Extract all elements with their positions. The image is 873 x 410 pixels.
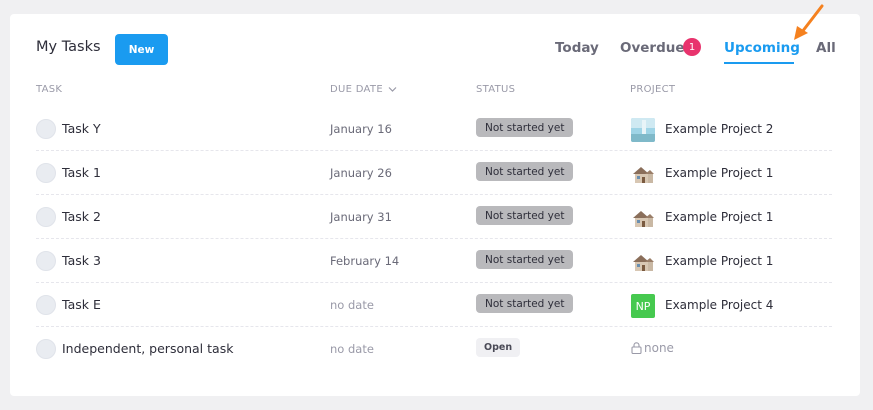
project-none-label: none xyxy=(644,341,674,355)
task-complete-checkbox[interactable] xyxy=(36,339,56,359)
status-badge[interactable]: Not started yet xyxy=(476,162,574,181)
table-row[interactable]: Independent, personal task no date Open … xyxy=(36,327,832,371)
due-date: no date xyxy=(330,298,374,312)
project-name[interactable]: Example Project 4 xyxy=(665,298,773,312)
project-name[interactable]: Example Project 1 xyxy=(665,254,773,268)
task-complete-checkbox[interactable] xyxy=(36,119,56,139)
task-complete-checkbox[interactable] xyxy=(36,295,56,315)
table-row[interactable]: Task 3 February 14 Not started yet Examp… xyxy=(36,239,832,283)
task-name[interactable]: Task 2 xyxy=(62,209,101,224)
house-icon xyxy=(631,206,655,230)
task-name[interactable]: Task Y xyxy=(62,121,101,136)
column-header-due-date[interactable]: DUE DATE xyxy=(330,84,397,95)
status-badge[interactable]: Open xyxy=(476,338,521,357)
project-name[interactable]: Example Project 1 xyxy=(665,166,773,180)
table-row[interactable]: Task 1 January 26 Not started yet Exampl… xyxy=(36,151,832,195)
status-badge[interactable]: Not started yet xyxy=(476,206,574,225)
due-date: January 26 xyxy=(330,166,392,180)
status-badge[interactable]: Not started yet xyxy=(476,118,574,137)
table-row[interactable]: Task E no date Not started yet NP Exampl… xyxy=(36,283,832,327)
column-header-due-label: DUE DATE xyxy=(330,84,383,95)
lock-icon xyxy=(631,342,642,354)
task-complete-checkbox[interactable] xyxy=(36,163,56,183)
column-header-project: PROJECT xyxy=(630,84,676,95)
overdue-count-badge: 1 xyxy=(683,38,701,56)
sky-thumbnail-icon xyxy=(631,118,655,142)
chevron-down-icon xyxy=(388,86,397,92)
due-date: no date xyxy=(330,342,374,356)
my-tasks-card: My Tasks New Today Overdue 1 Upcoming Al… xyxy=(10,14,860,396)
due-date: January 16 xyxy=(330,122,392,136)
task-name[interactable]: Task 1 xyxy=(62,165,101,180)
project-none: none xyxy=(631,341,674,355)
tab-overdue[interactable]: Overdue xyxy=(620,40,685,56)
table-row[interactable]: Task Y January 16 Not started yet Exampl… xyxy=(36,107,832,151)
table-row[interactable]: Task 2 January 31 Not started yet Exampl… xyxy=(36,195,832,239)
column-header-task: TASK xyxy=(36,84,63,95)
new-task-button[interactable]: New xyxy=(115,34,168,65)
status-badge[interactable]: Not started yet xyxy=(476,250,574,269)
page-title: My Tasks xyxy=(36,39,101,55)
due-date: February 14 xyxy=(330,254,400,268)
house-icon xyxy=(631,250,655,274)
status-badge[interactable]: Not started yet xyxy=(476,294,574,313)
task-name[interactable]: Task 3 xyxy=(62,253,101,268)
np-avatar-icon: NP xyxy=(631,294,655,318)
task-complete-checkbox[interactable] xyxy=(36,251,56,271)
task-complete-checkbox[interactable] xyxy=(36,207,56,227)
annotation-arrow-icon xyxy=(794,4,824,40)
project-name[interactable]: Example Project 2 xyxy=(665,122,773,136)
project-name[interactable]: Example Project 1 xyxy=(665,210,773,224)
due-date: January 31 xyxy=(330,210,392,224)
task-name[interactable]: Independent, personal task xyxy=(62,341,233,356)
tab-today[interactable]: Today xyxy=(555,40,599,56)
task-name[interactable]: Task E xyxy=(62,297,101,312)
column-header-status: STATUS xyxy=(476,84,516,95)
active-tab-underline xyxy=(724,62,794,64)
house-icon xyxy=(631,162,655,186)
